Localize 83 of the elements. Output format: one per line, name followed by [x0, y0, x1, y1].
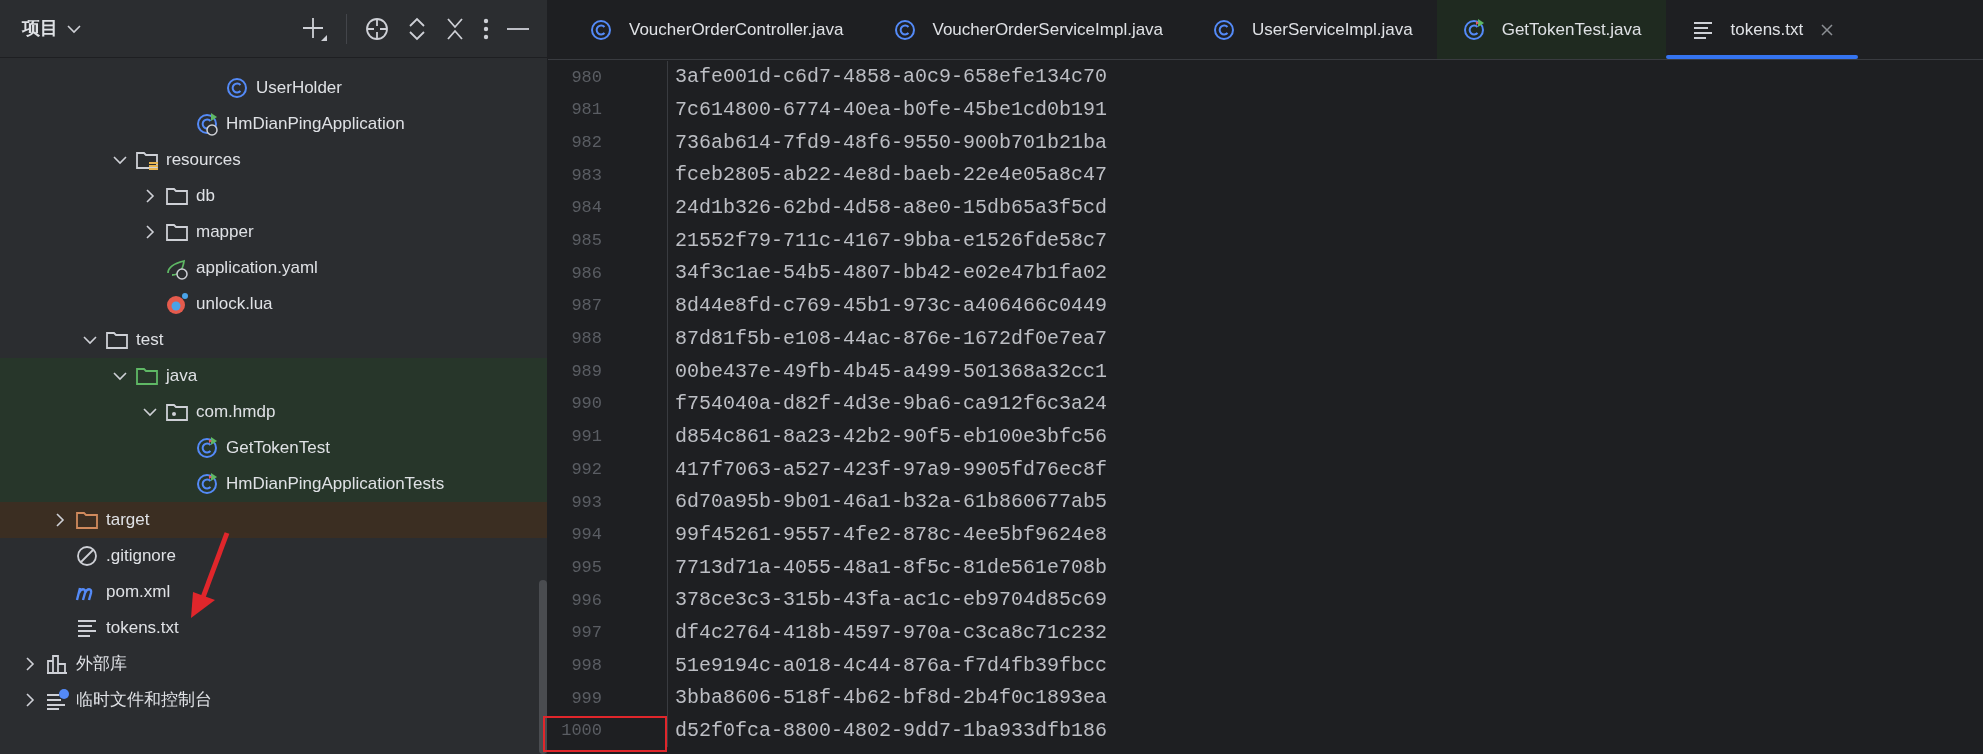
tree-item[interactable]: 外部库	[76, 651, 127, 677]
line-number: 993	[548, 485, 668, 519]
add-icon[interactable]	[302, 15, 328, 42]
line-number: 992	[548, 453, 668, 486]
line-number: 981	[548, 93, 668, 127]
line-number: 983	[548, 159, 668, 192]
code-line: 3afe001d-c6d7-4858-a0c9-658efe134c70	[674, 64, 1108, 91]
tree-item[interactable]: pom.xml	[106, 579, 171, 605]
chevron-down-icon[interactable]	[66, 23, 82, 34]
line-number: 999	[548, 682, 668, 715]
code-line: 51e9194c-a018-4c44-876a-f7d4fb39fbcc	[674, 652, 1108, 679]
editor-tab[interactable]: GetTokenTest.java	[1436, 0, 1666, 59]
code-line: 3bba8606-518f-4b62-bf8d-2b4f0c1893ea	[674, 685, 1108, 712]
line-number: 994	[548, 518, 668, 552]
code-line: 6d70a95b-9b01-46a1-b32a-61b860677ab5	[674, 489, 1108, 516]
code-line: fceb2805-ab22-4e8d-baeb-22e4e05a8c47	[674, 162, 1108, 189]
crosshair-icon[interactable]	[365, 16, 389, 41]
tree-item[interactable]: GetTokenTest	[226, 435, 330, 461]
line-number: 989	[548, 355, 668, 388]
line-number: 988	[548, 322, 668, 356]
class-icon	[588, 17, 614, 42]
line-number: 982	[548, 126, 668, 160]
lua-icon	[164, 292, 190, 316]
minimize-icon[interactable]	[507, 26, 529, 31]
collapse-all-icon[interactable]	[445, 16, 465, 41]
tree-item[interactable]: application.yaml	[196, 255, 318, 281]
tree-item[interactable]: tokens.txt	[106, 615, 179, 641]
close-icon[interactable]	[1820, 22, 1835, 37]
line-number: 996	[548, 584, 668, 617]
test-class-icon	[194, 436, 220, 460]
code-line: 34f3c1ae-54b5-4807-bb42-e02e47b1fa02	[674, 260, 1108, 287]
tree-item[interactable]: unlock.lua	[196, 291, 273, 317]
ignore-icon	[74, 544, 100, 568]
code-line: 378ce3c3-315b-43fa-ac1c-eb9704d85c69	[674, 587, 1108, 614]
tree-item[interactable]: target	[106, 507, 150, 533]
scrollbar[interactable]	[539, 580, 547, 754]
editor-tab[interactable]: UserServiceImpl.java	[1187, 0, 1437, 59]
code-line: 8d44e8fd-c769-45b1-973c-a406466c0449	[674, 293, 1108, 320]
code-line: 99f45261-9557-4fe2-878c-4ee5bf9624e8	[674, 521, 1108, 548]
line-number: 998	[548, 649, 668, 683]
panel-title[interactable]: 项目	[22, 15, 58, 42]
expand-all-icon[interactable]	[407, 16, 427, 41]
code-line: d854c861-8a23-42b2-90f5-eb100e3bfc56	[674, 423, 1108, 450]
line-number: 991	[548, 420, 668, 454]
line-number: 995	[548, 551, 668, 584]
line-number: 990	[548, 387, 668, 421]
code-line: df4c2764-418b-4597-970a-c3ca8c71c232	[674, 620, 1108, 647]
tree-item[interactable]: resources	[166, 147, 241, 173]
tree-item[interactable]: HmDianPingApplication	[226, 111, 405, 137]
line-number: 987	[548, 289, 668, 323]
code-line: 417f7063-a527-423f-97a9-9905fd76ec8f	[674, 456, 1108, 483]
code-line: 7c614800-6774-40ea-b0fe-45be1cd0b191	[674, 97, 1108, 124]
line-number: 985	[548, 224, 668, 258]
line-number: 984	[548, 191, 668, 225]
tree-item[interactable]: UserHolder	[256, 75, 342, 101]
tree-item[interactable]: .gitignore	[106, 543, 176, 569]
line-number: 997	[548, 616, 668, 650]
run-class-icon	[194, 112, 220, 136]
tree-item[interactable]: mapper	[196, 219, 254, 245]
code-line: 87d81f5b-e108-44ac-876e-1672df0e7ea7	[674, 325, 1108, 352]
code-line: f754040a-d82f-4d3e-9ba6-ca912f6c3a24	[674, 391, 1108, 418]
editor-tab[interactable]: VoucherOrderController.java	[564, 0, 868, 59]
line-number: 986	[548, 257, 668, 290]
more-icon[interactable]	[483, 17, 489, 40]
code-line: 736ab614-7fd9-48f6-9550-900b701b21ba	[674, 129, 1108, 156]
line-number: 980	[548, 61, 668, 94]
tree-item[interactable]: com.hmdp	[196, 399, 276, 425]
test-class-icon	[194, 472, 220, 496]
scratch-icon	[44, 688, 70, 712]
code-line: 24d1b326-62bd-4d58-a8e0-15db65a3f5cd	[674, 195, 1108, 222]
editor-tab[interactable]: VoucherOrderServiceImpl.java	[867, 0, 1188, 59]
tree-item[interactable]: db	[196, 183, 215, 209]
line-number: 1000	[548, 714, 668, 748]
tree-item[interactable]: test	[136, 327, 164, 353]
code-line: 7713d71a-4055-48a1-8f5c-81de561e708b	[674, 554, 1108, 581]
class-icon	[224, 76, 250, 100]
tree-item[interactable]: java	[166, 363, 198, 389]
tree-item[interactable]: 临时文件和控制台	[76, 687, 212, 713]
library-icon	[44, 652, 70, 676]
code-line: 00be437e-49fb-4b45-a499-501368a32cc1	[674, 358, 1108, 385]
code-line: 21552f79-711c-4167-9bba-e1526fde58c7	[674, 227, 1108, 254]
editor-tab[interactable]: tokens.txt	[1665, 0, 1859, 59]
code-line: d52f0fca-8800-4802-9dd7-1ba933dfb186	[674, 718, 1108, 745]
